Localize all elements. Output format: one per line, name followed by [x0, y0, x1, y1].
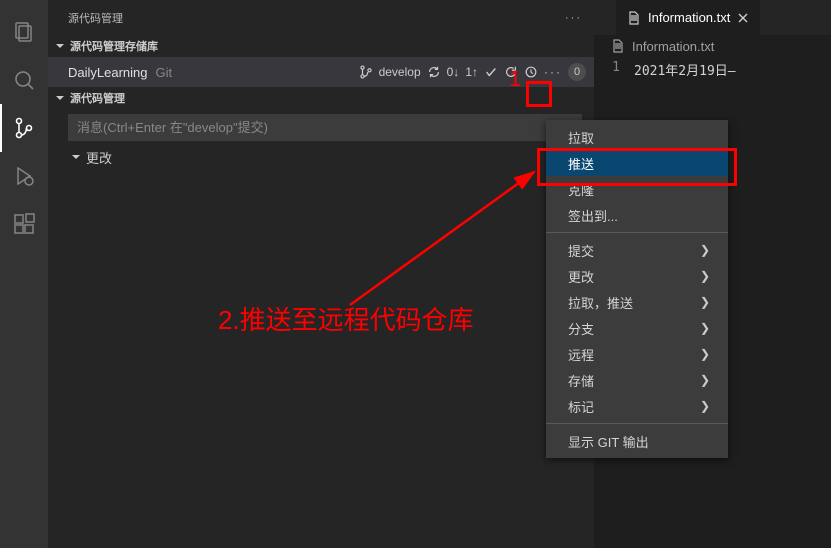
annotation-box-1	[526, 81, 552, 107]
annotation-box-2	[537, 148, 737, 186]
annotation-label-2: 2.推送至远程代码仓库	[218, 300, 474, 337]
annotation-label-1: 1	[509, 66, 521, 92]
annotation-arrow	[0, 0, 831, 548]
